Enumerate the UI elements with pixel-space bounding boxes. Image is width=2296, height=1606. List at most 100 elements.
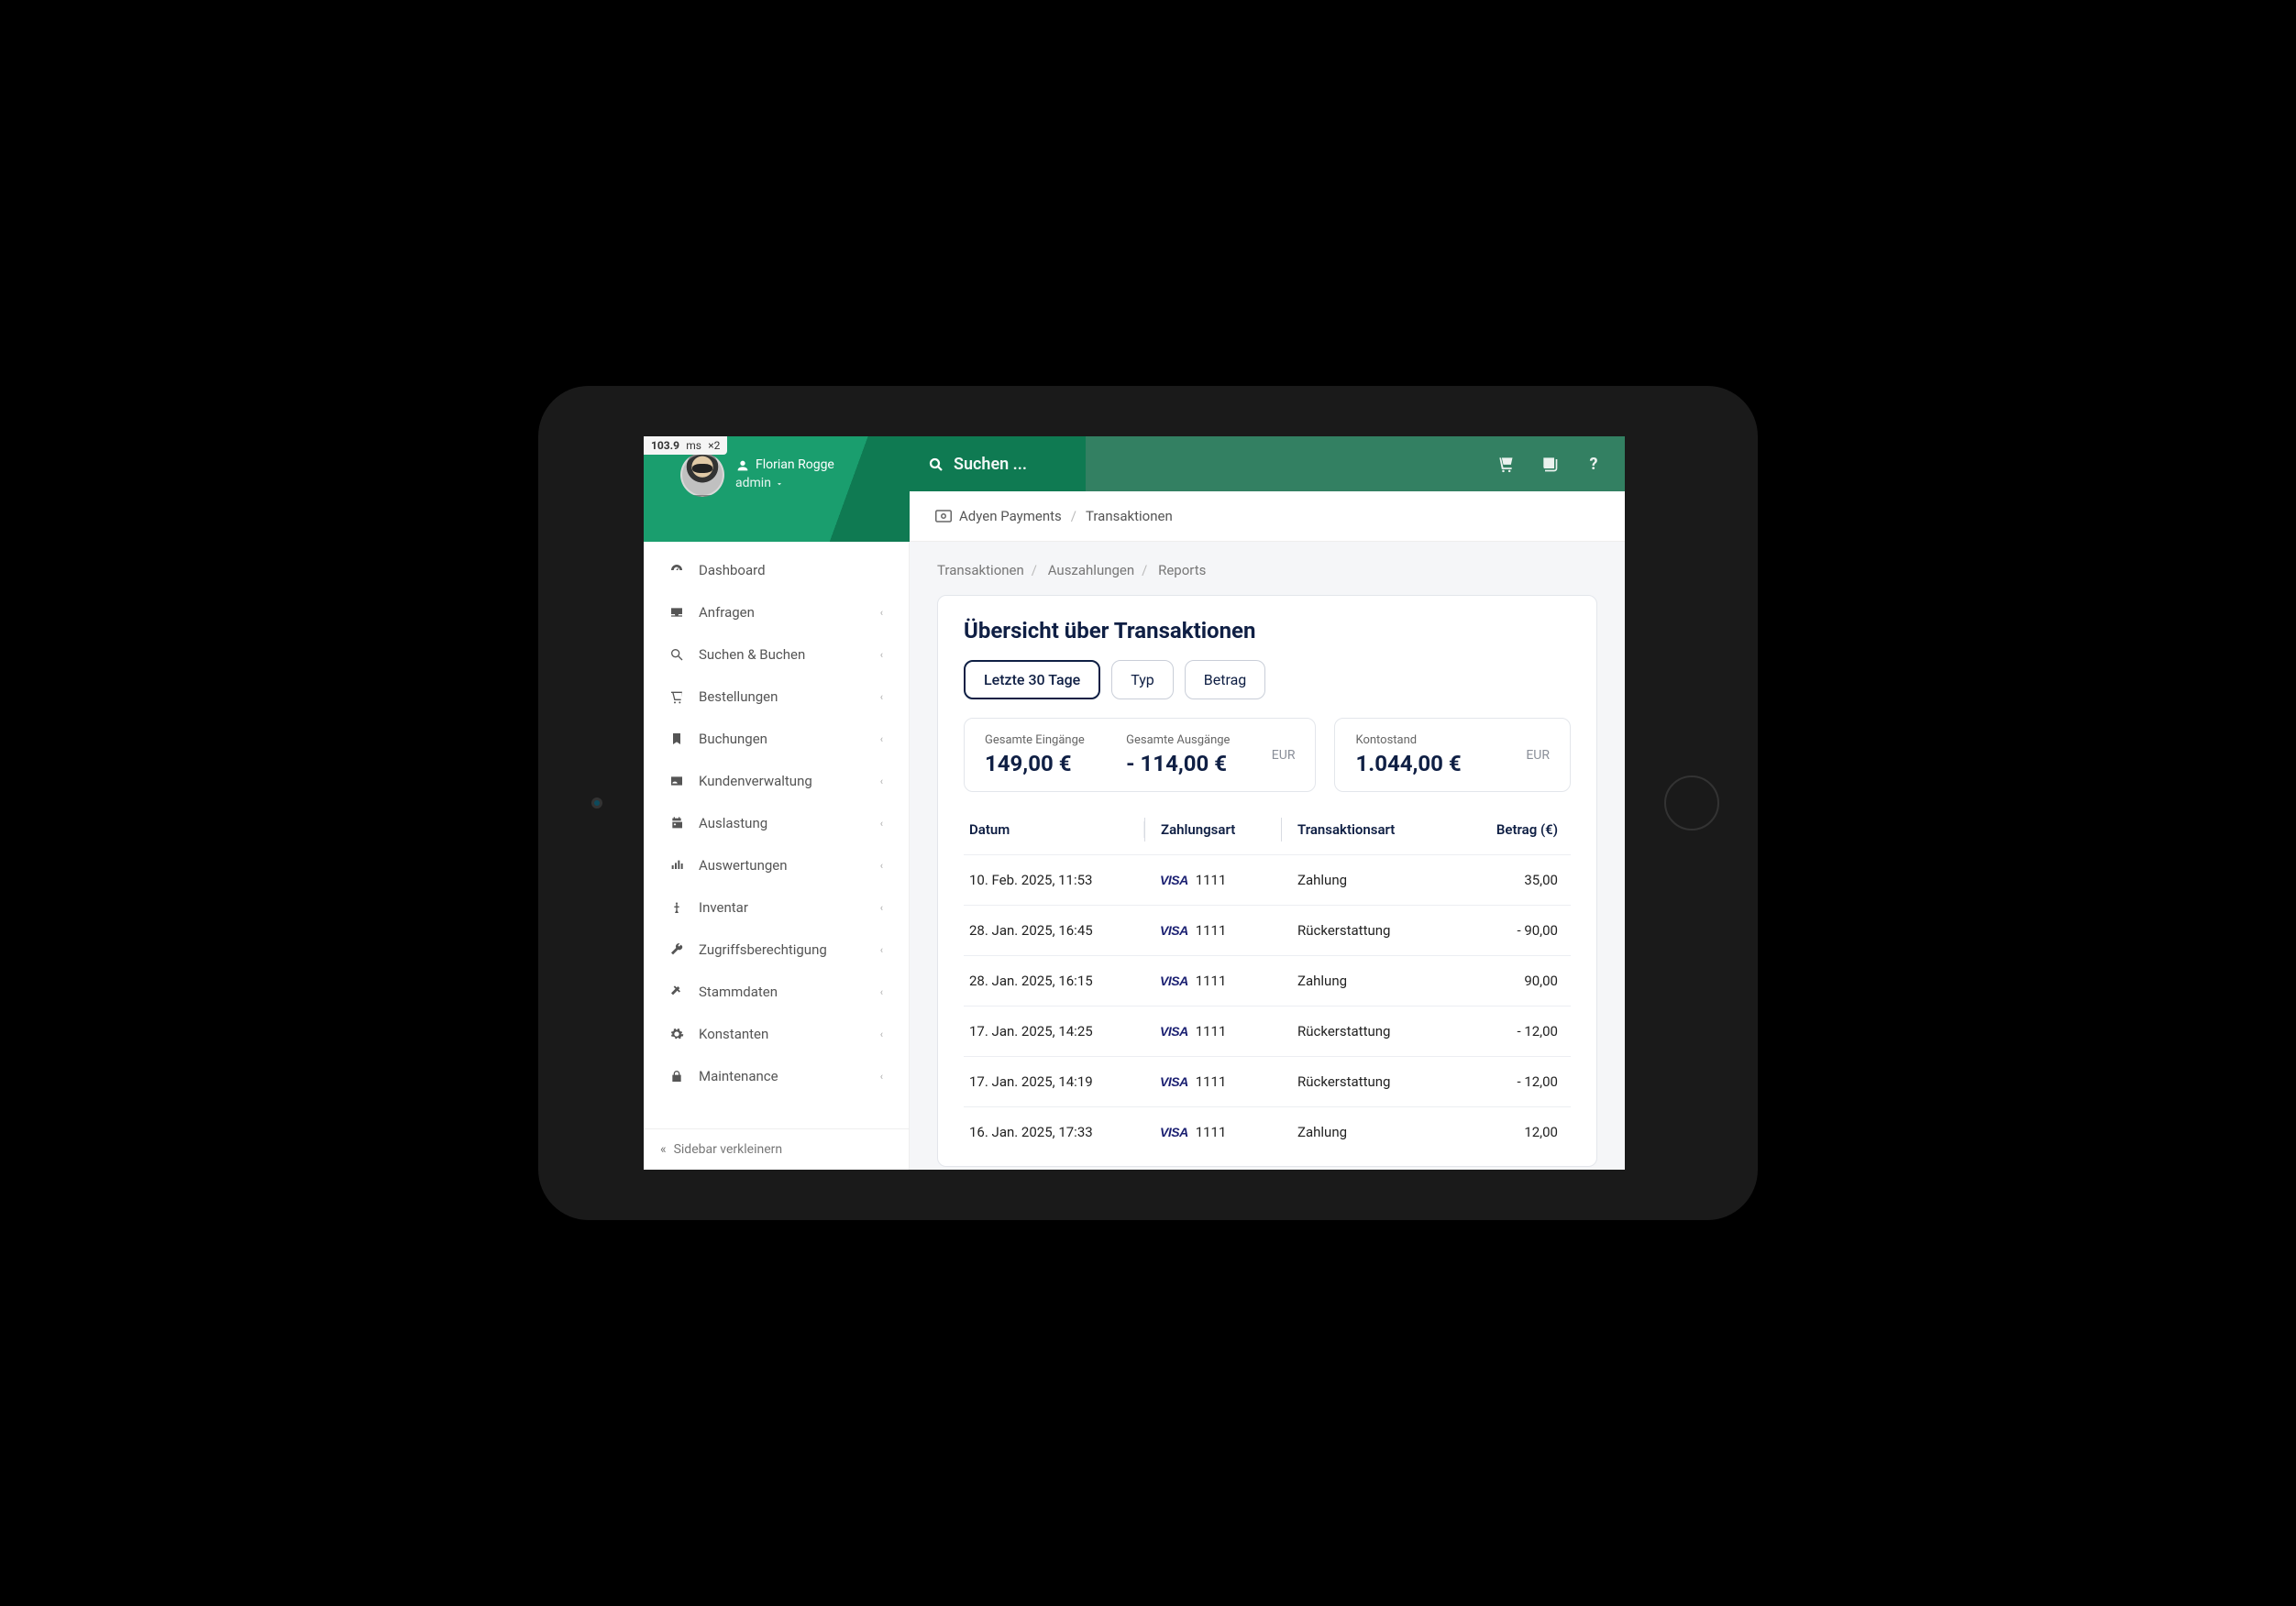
out-value: - 114,00 €	[1126, 751, 1230, 776]
user-name: Florian Rogge	[756, 456, 834, 475]
chevron-left-icon: ‹	[880, 649, 883, 661]
cell-amount: - 12,00	[1428, 1073, 1565, 1090]
balance-currency: EUR	[1526, 748, 1550, 763]
cart-icon[interactable]	[1496, 455, 1515, 473]
cell-type: Zahlung	[1281, 1124, 1428, 1140]
sidebar-item-maintenance[interactable]: Maintenance ‹	[644, 1055, 909, 1097]
visa-icon: VISA	[1160, 1074, 1188, 1089]
col-date[interactable]: Datum	[969, 821, 1143, 838]
sidebar-item-zugriffsberechtigung[interactable]: Zugriffsberechtigung‹	[644, 929, 909, 971]
cell-amount: 12,00	[1428, 1124, 1565, 1140]
user-role: admin	[735, 475, 771, 493]
cell-amount: 35,00	[1428, 872, 1565, 888]
cell-method: VISA1111	[1143, 1124, 1281, 1140]
idcard-icon	[669, 774, 684, 788]
sidebar-item-suchen-buchen[interactable]: Suchen & Buchen ‹	[644, 633, 909, 676]
calendar-icon	[669, 816, 684, 830]
tab-transaktionen[interactable]: Transaktionen	[937, 562, 1024, 578]
chevron-left-icon: ‹	[880, 733, 883, 745]
person-icon	[669, 900, 684, 915]
cell-date: 17. Jan. 2025, 14:19	[969, 1073, 1143, 1090]
tab-auszahlungen[interactable]: Auszahlungen	[1048, 562, 1134, 578]
breadcrumb-page: Transaktionen	[1086, 508, 1173, 524]
main-content: Transaktionen/ Auszahlungen/ Reports Übe…	[910, 542, 1625, 1170]
in-label: Gesamte Eingänge	[985, 733, 1085, 747]
cell-type: Zahlung	[1281, 973, 1428, 989]
chevron-left-icon: ‹	[880, 860, 883, 872]
table-row[interactable]: 17. Jan. 2025, 14:25VISA1111Rückerstattu…	[964, 1006, 1571, 1056]
sidebar-item-label: Auswertungen	[699, 857, 788, 874]
cell-date: 28. Jan. 2025, 16:45	[969, 922, 1143, 939]
transactions-card: Übersicht über Transaktionen Letzte 30 T…	[937, 595, 1597, 1167]
sidebar-item-label: Auslastung	[699, 815, 767, 831]
help-icon[interactable]: ?	[1584, 455, 1603, 473]
table-row[interactable]: 10. Feb. 2025, 11:53VISA1111Zahlung35,00	[964, 854, 1571, 905]
col-amount[interactable]: Betrag (€)	[1428, 821, 1565, 838]
cell-amount: - 90,00	[1428, 922, 1565, 939]
sub-breadcrumb: Transaktionen/ Auszahlungen/ Reports	[937, 562, 1597, 578]
cart-icon	[669, 689, 684, 704]
sidebar-item-label: Inventar	[699, 899, 748, 916]
sidebar-item-inventar[interactable]: Inventar‹	[644, 886, 909, 929]
cell-method: VISA1111	[1143, 973, 1281, 989]
caret-down-icon	[775, 479, 784, 489]
card-title: Übersicht über Transaktionen	[964, 618, 1571, 644]
sidebar-collapse[interactable]: « Sidebar verkleinern	[644, 1128, 909, 1170]
sidebar-item-label: Konstanten	[699, 1026, 768, 1042]
visa-icon: VISA	[1160, 923, 1188, 938]
breadcrumb-section[interactable]: Adyen Payments	[959, 508, 1062, 524]
table-header: Datum Zahlungsart Transaktionsart Betrag…	[964, 805, 1571, 854]
tab-reports[interactable]: Reports	[1158, 562, 1206, 578]
sidebar-item-konstanten[interactable]: Konstanten ‹	[644, 1013, 909, 1055]
sidebar-item-dashboard[interactable]: Dashboard	[644, 549, 909, 591]
global-search[interactable]	[928, 455, 1155, 474]
table-row[interactable]: 28. Jan. 2025, 16:45VISA1111Rückerstattu…	[964, 905, 1571, 955]
col-method[interactable]: Zahlungsart	[1143, 821, 1281, 838]
chevron-left-icon: ‹	[880, 1071, 883, 1083]
chevron-left-icon: ‹	[880, 607, 883, 619]
table-row[interactable]: 16. Jan. 2025, 17:33VISA1111Zahlung12,00	[964, 1106, 1571, 1157]
sidebar-item-auswertungen[interactable]: Auswertungen ‹	[644, 844, 909, 886]
chevron-left-icon: ‹	[880, 1028, 883, 1040]
gear-icon	[669, 1027, 684, 1041]
sidebar-item-buchungen[interactable]: Buchungen‹	[644, 718, 909, 760]
sidebar-item-bestellungen[interactable]: Bestellungen ‹	[644, 676, 909, 718]
payment-icon	[935, 510, 952, 522]
sidebar-item-kundenverwaltung[interactable]: Kundenverwaltung‹	[644, 760, 909, 802]
filter-amount[interactable]: Betrag	[1185, 660, 1265, 699]
sidebar-item-auslastung[interactable]: Auslastung ‹	[644, 802, 909, 844]
filter-type[interactable]: Typ	[1111, 660, 1174, 699]
avatar	[680, 453, 724, 497]
chevron-left-icon: ‹	[880, 691, 883, 703]
sidebar-item-label: Suchen & Buchen	[699, 646, 805, 663]
out-label: Gesamte Ausgänge	[1126, 733, 1230, 747]
app-header: Florian Rogge admin ? Adyen	[644, 436, 1625, 542]
sidebar-item-label: Dashboard	[699, 562, 766, 578]
sidebar-item-label: Bestellungen	[699, 688, 778, 705]
table-row[interactable]: 28. Jan. 2025, 16:15VISA1111Zahlung90,00	[964, 955, 1571, 1006]
col-type[interactable]: Transaktionsart	[1281, 821, 1428, 838]
cell-type: Rückerstattung	[1281, 1073, 1428, 1090]
cell-method: VISA1111	[1143, 922, 1281, 939]
sidebar-item-label: Zugriffsberechtigung	[699, 941, 827, 958]
lock-icon	[669, 1069, 684, 1084]
bars-icon	[669, 858, 684, 873]
dashboard-icon	[669, 563, 684, 578]
filter-range[interactable]: Letzte 30 Tage	[964, 660, 1100, 699]
cell-amount: - 12,00	[1428, 1023, 1565, 1040]
table-row[interactable]: 17. Jan. 2025, 14:19VISA1111Rückerstattu…	[964, 1056, 1571, 1106]
cell-method: VISA1111	[1143, 1023, 1281, 1040]
search-input[interactable]	[954, 455, 1155, 474]
sidebar-item-label: Kundenverwaltung	[699, 773, 812, 789]
cell-method: VISA1111	[1143, 1073, 1281, 1090]
visa-icon: VISA	[1160, 1024, 1188, 1039]
chevron-left-icon: ‹	[880, 818, 883, 830]
sidebar-item-stammdaten[interactable]: Stammdaten‹	[644, 971, 909, 1013]
performance-badge: 103.9 ms ×2	[644, 436, 727, 455]
news-icon[interactable]	[1540, 455, 1559, 473]
visa-icon: VISA	[1160, 974, 1188, 988]
summary-flows: Gesamte Eingänge 149,00 € Gesamte Ausgän…	[964, 718, 1316, 792]
sidebar-item-anfragen[interactable]: Anfragen‹	[644, 591, 909, 633]
chevron-left-icon: ‹	[880, 986, 883, 998]
sidebar-item-label: Maintenance	[699, 1068, 778, 1084]
